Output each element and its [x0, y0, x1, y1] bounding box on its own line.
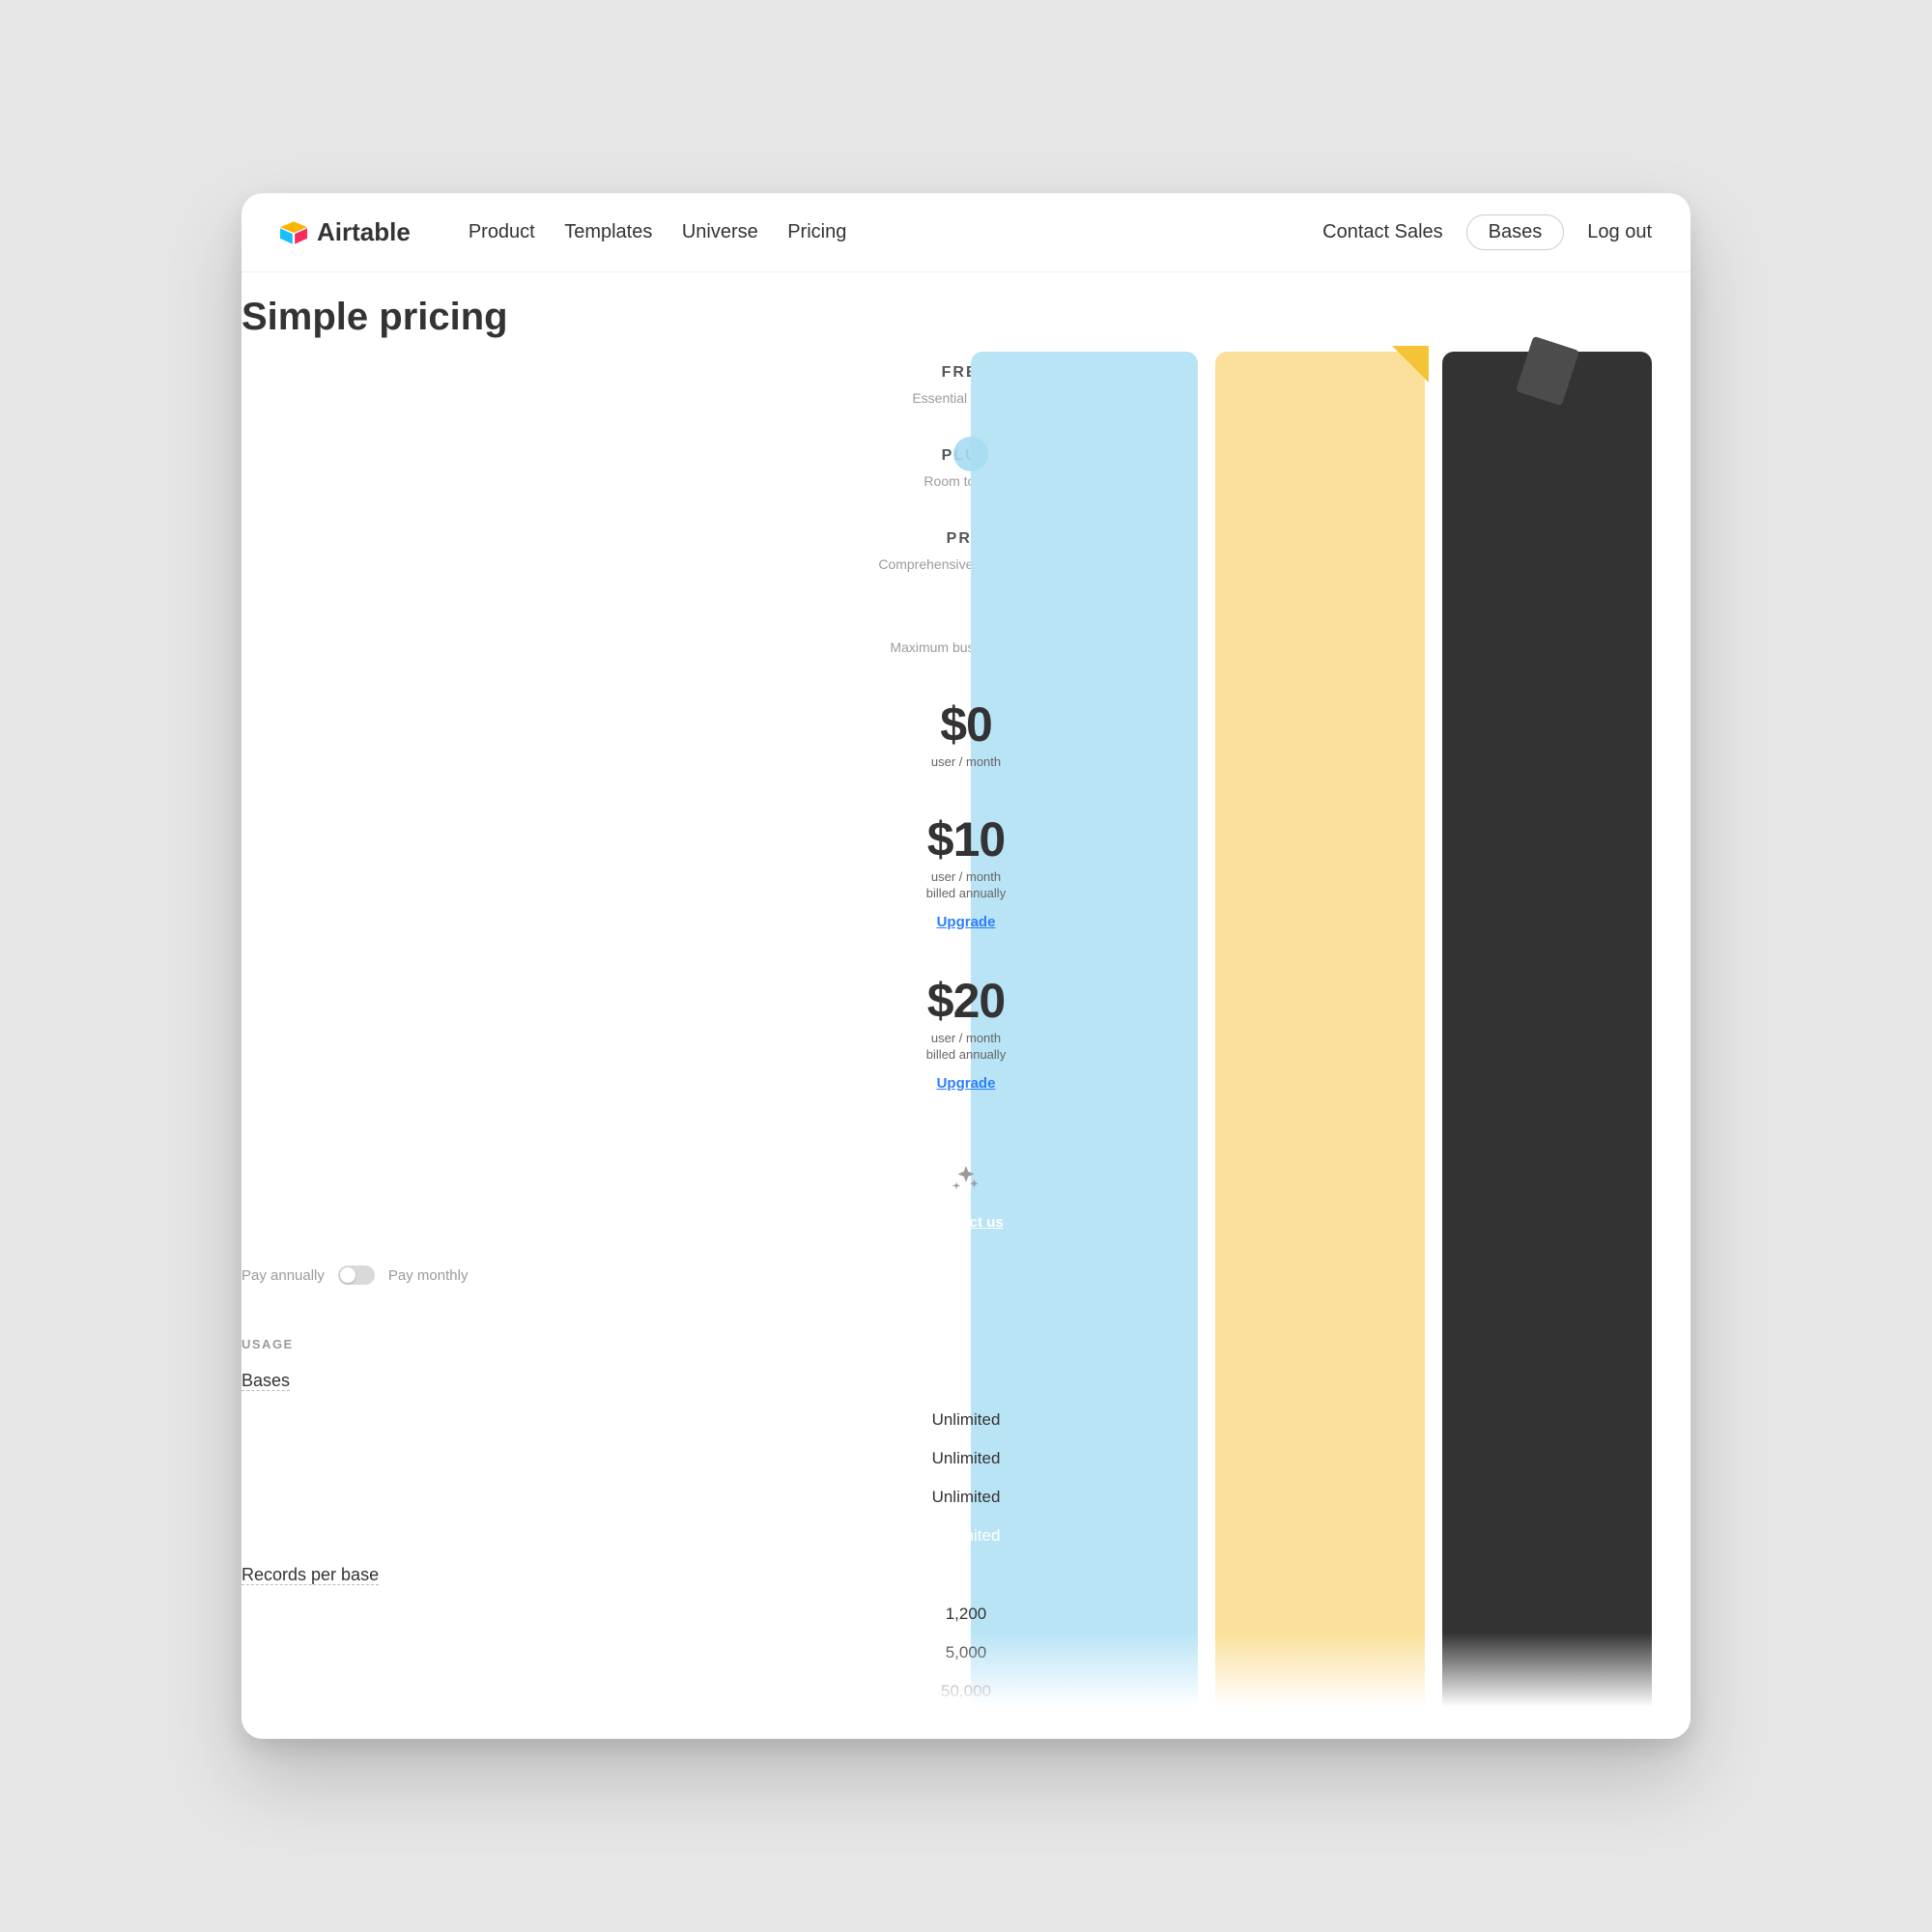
cta-plus-upgrade[interactable]: Upgrade [251, 914, 1681, 930]
val-bases-pro: Unlimited [242, 1478, 1690, 1517]
brand-logo[interactable]: Airtable [280, 217, 411, 247]
nav-bases[interactable]: Bases [1466, 214, 1565, 250]
primary-nav: Product Templates Universe Pricing [438, 221, 847, 243]
cta-pro-upgrade[interactable]: Upgrade [251, 1075, 1681, 1092]
brand-name: Airtable [317, 217, 411, 247]
price-ent: Contact us [242, 1109, 1690, 1248]
price-free-amount: $0 [251, 696, 1681, 753]
billing-switch[interactable] [338, 1265, 375, 1285]
price-free: $0 user / month [242, 671, 1690, 786]
val-records-plus: 5,000 [242, 1634, 1690, 1672]
price-pro-amount: $20 [251, 973, 1681, 1029]
nav-universe[interactable]: Universe [682, 221, 758, 242]
price-pro: $20 user / month billed annually Upgrade [242, 948, 1690, 1109]
val-bases-plus: Unlimited [242, 1439, 1690, 1478]
toggle-monthly-label: Pay monthly [388, 1267, 469, 1284]
airtable-logo-icon [280, 219, 307, 246]
price-pro-billed: billed annually [251, 1047, 1681, 1062]
val-bases-free: Unlimited [242, 1401, 1690, 1439]
page-title: Simple pricing [242, 272, 1690, 339]
val-records-free: 1,200 [242, 1595, 1690, 1634]
nav-pricing[interactable]: Pricing [787, 221, 846, 242]
sparkle-icon [950, 1163, 982, 1201]
topbar: Airtable Product Templates Universe Pric… [242, 193, 1690, 272]
val-bases-ent: Unlimited [242, 1517, 1690, 1555]
nav-templates[interactable]: Templates [564, 221, 652, 242]
price-free-sub: user / month [251, 754, 1681, 769]
val-records-ent: Increased [242, 1711, 1690, 1739]
nav-contact-sales[interactable]: Contact Sales [1322, 221, 1443, 243]
price-plus: $10 user / month billed annually Upgrade [242, 786, 1690, 948]
nav-logout[interactable]: Log out [1587, 221, 1652, 243]
price-plus-billed: billed annually [251, 886, 1681, 900]
nav-product[interactable]: Product [469, 221, 535, 242]
val-records-pro: 50,000 [242, 1672, 1690, 1711]
toggle-annual-label: Pay annually [242, 1267, 325, 1284]
page-title-text: Simple pricing [242, 296, 1690, 339]
price-plus-amount: $10 [251, 811, 1681, 867]
cta-ent-contact[interactable]: Contact us [251, 1214, 1681, 1231]
pricing-card: Airtable Product Templates Universe Pric… [242, 193, 1690, 1739]
price-plus-sub: user / month [251, 869, 1681, 884]
price-pro-sub: user / month [251, 1031, 1681, 1045]
